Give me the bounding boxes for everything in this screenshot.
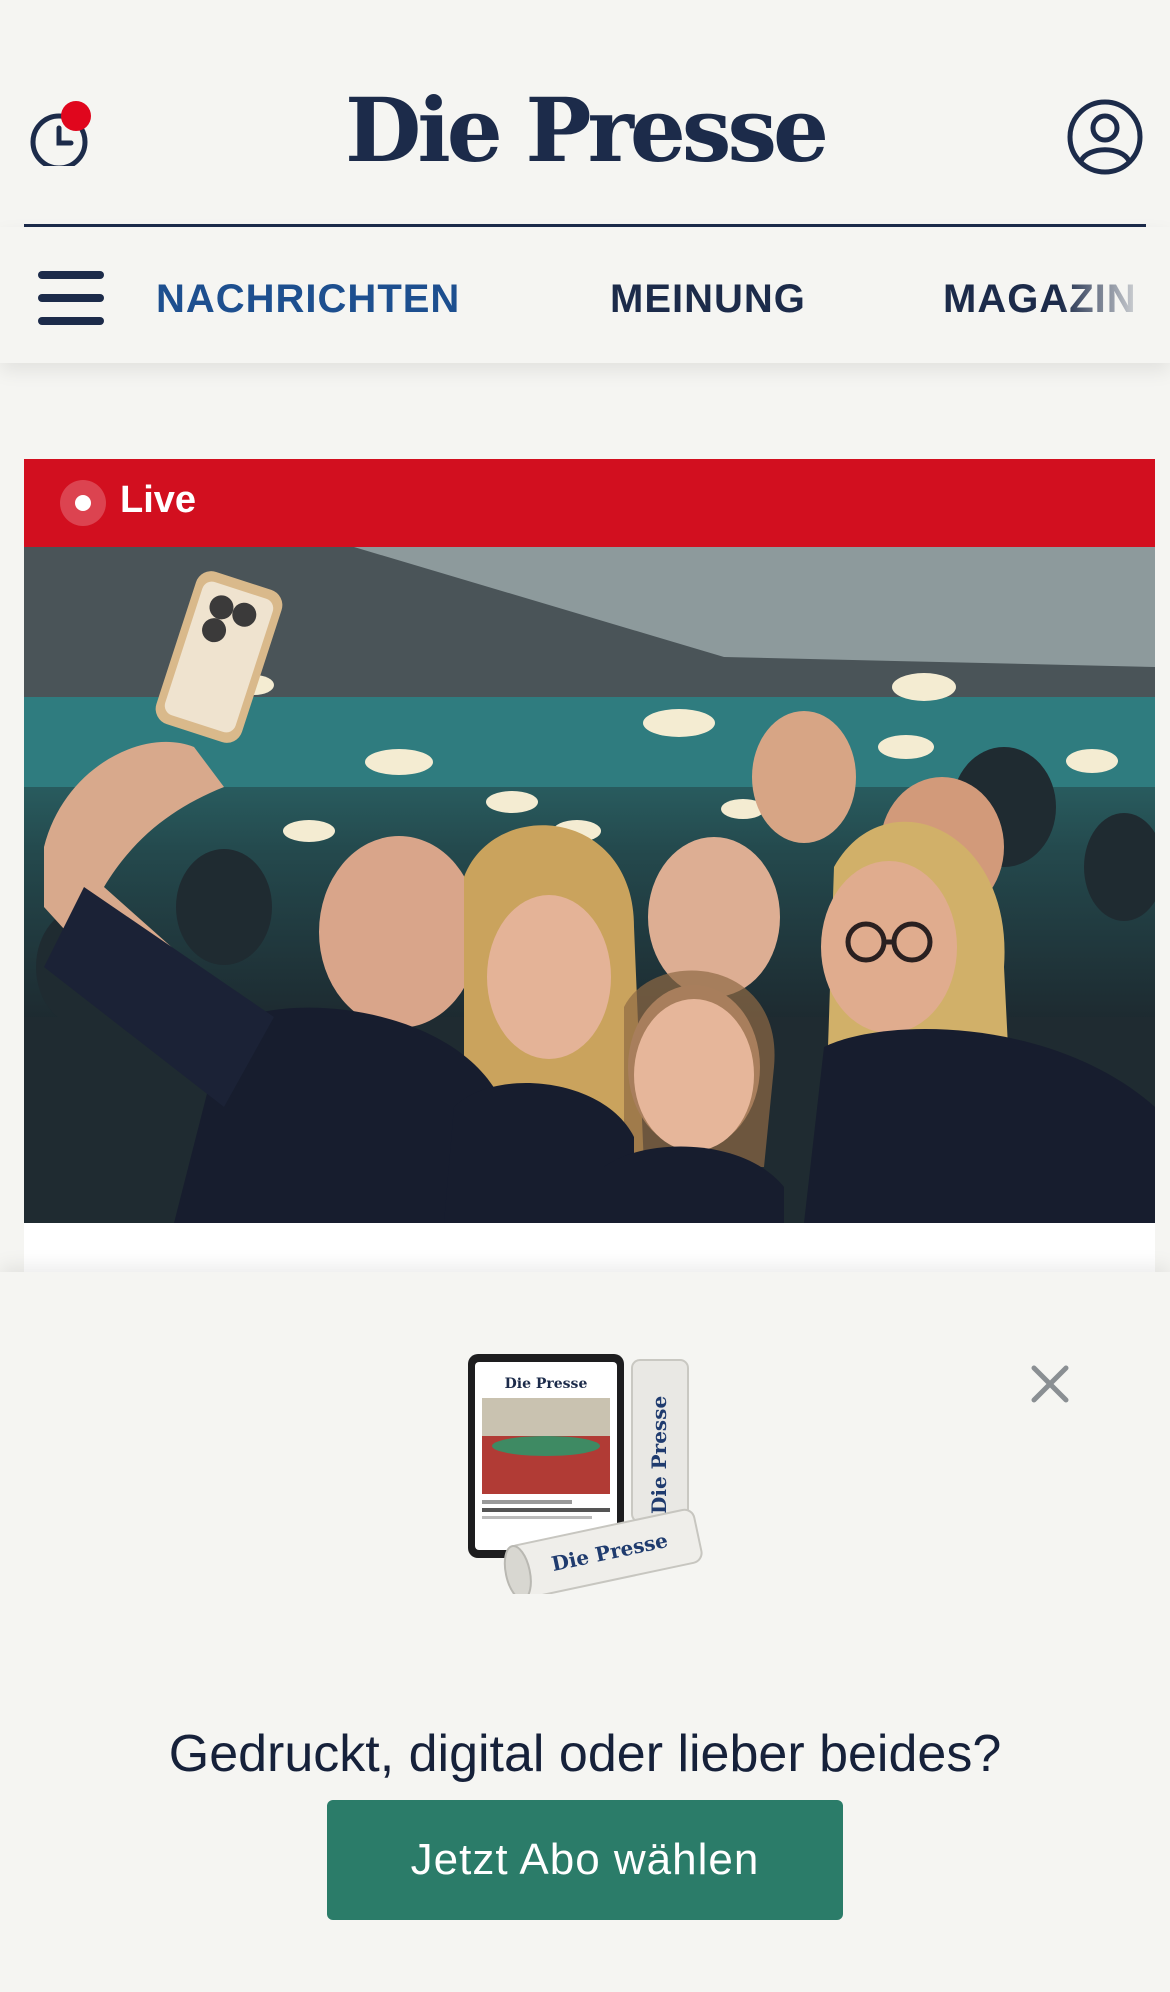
- section-nav: NACHRICHTEN MEINUNG MAGAZIN: [0, 227, 1170, 363]
- nav-item-meinung[interactable]: MEINUNG: [610, 277, 806, 322]
- site-header: Die Presse: [0, 0, 1170, 228]
- account-button[interactable]: [1066, 98, 1144, 176]
- nav-item-nachrichten[interactable]: NACHRICHTEN: [156, 277, 460, 322]
- subscription-overlay: Die Presse Die Presse Die Presse Gedruck…: [0, 1272, 1170, 1992]
- article-image[interactable]: [24, 547, 1155, 1223]
- promo-tablet-logo: Die Presse: [505, 1376, 588, 1392]
- live-badge-bar: Live: [24, 459, 1155, 547]
- choose-subscription-button[interactable]: Jetzt Abo wählen: [327, 1800, 843, 1920]
- close-icon: [1031, 1365, 1069, 1403]
- article-card[interactable]: Live: [24, 459, 1155, 1279]
- hamburger-menu-button[interactable]: [38, 271, 106, 325]
- selfie-photo-illustration: [24, 547, 1155, 1223]
- live-indicator-icon: [75, 495, 91, 511]
- nav-scroll-fade: [1060, 227, 1170, 363]
- hamburger-menu-icon: [38, 271, 106, 325]
- close-button[interactable]: [1024, 1358, 1076, 1410]
- tablet-and-newspaper-illustration: Die Presse Die Presse Die Presse: [460, 1354, 720, 1601]
- live-label: Live: [120, 479, 197, 521]
- site-logo[interactable]: Die Presse: [0, 80, 1170, 180]
- promo-headline: Gedruckt, digital oder lieber beides?: [168, 1725, 1002, 1783]
- promo-newspaper-logo: Die Presse: [647, 1396, 671, 1514]
- user-account-icon: [1067, 99, 1143, 175]
